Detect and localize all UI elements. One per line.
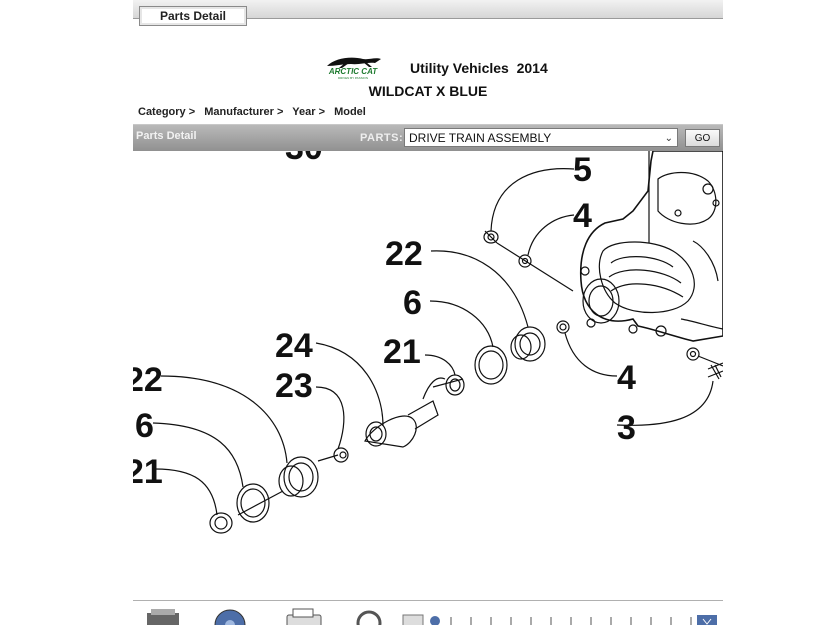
svg-text:ARCTIC CAT: ARCTIC CAT	[328, 67, 378, 76]
callout-22-lower: 22	[133, 361, 163, 399]
parts-detail-heading: Parts Detail	[136, 130, 197, 142]
breadcrumb-category[interactable]: Category >	[138, 106, 195, 118]
viewer-toolbar	[133, 600, 723, 625]
parts-viewer: Parts Detail ARCTIC CAT DRIVEN BY PASSIO…	[133, 0, 723, 625]
breadcrumb-year[interactable]: Year >	[292, 106, 325, 118]
diagram-canvas: 30 5 4 22 6 21 24 23 22 6 21 4 3	[133, 151, 723, 534]
parts-bar: Parts Detail PARTS: DRIVE TRAIN ASSEMBLY…	[133, 124, 723, 152]
zoom-slider[interactable]	[401, 607, 701, 625]
assembly-select[interactable]: DRIVE TRAIN ASSEMBLY ⌄	[404, 128, 678, 147]
breadcrumb-model[interactable]: Model	[334, 106, 366, 118]
vehicle-header: ARCTIC CAT DRIVEN BY PASSION Utility Veh…	[133, 52, 723, 112]
callout-24: 24	[275, 327, 313, 365]
category-year: Utility Vehicles 2014	[410, 60, 548, 76]
callout-21-lower: 21	[133, 453, 163, 491]
breadcrumb-manufacturer[interactable]: Manufacturer >	[204, 106, 283, 118]
callout-4-lower: 4	[617, 359, 636, 397]
breadcrumb: Category > Manufacturer > Year > Model	[138, 106, 372, 118]
magnifier-icon[interactable]	[355, 607, 385, 625]
callout-6-upper: 6	[403, 284, 422, 322]
callout-4-upper: 4	[573, 197, 592, 235]
parts-label: PARTS:	[360, 132, 404, 144]
arctic-cat-logo: ARCTIC CAT DRIVEN BY PASSION	[327, 57, 381, 80]
scroll-down-icon[interactable]	[695, 607, 719, 625]
chevron-down-icon: ⌄	[664, 133, 673, 144]
svg-text:DRIVEN BY PASSION: DRIVEN BY PASSION	[338, 76, 368, 80]
callout-5: 5	[573, 151, 592, 189]
callout-21-upper: 21	[383, 333, 421, 371]
callout-3: 3	[617, 409, 636, 447]
top-tab-bar: Parts Detail	[133, 0, 723, 26]
callout-22-upper: 22	[385, 235, 423, 273]
assembly-select-value: DRIVE TRAIN ASSEMBLY	[409, 131, 552, 145]
printer-icon[interactable]	[283, 607, 323, 625]
model-name: WILDCAT X BLUE	[368, 83, 488, 99]
callout-6-lower: 6	[135, 407, 154, 445]
go-button[interactable]: GO	[685, 129, 720, 147]
zoom-icon[interactable]	[213, 607, 249, 625]
exploded-parts-diagram[interactable]: 30 5 4 22 6 21 24 23 22 6 21 4 3	[133, 151, 723, 600]
tab-parts-detail[interactable]: Parts Detail	[139, 6, 247, 26]
callout-23: 23	[275, 367, 313, 405]
print-icon[interactable]	[145, 607, 185, 625]
callout-30: 30	[285, 151, 323, 167]
